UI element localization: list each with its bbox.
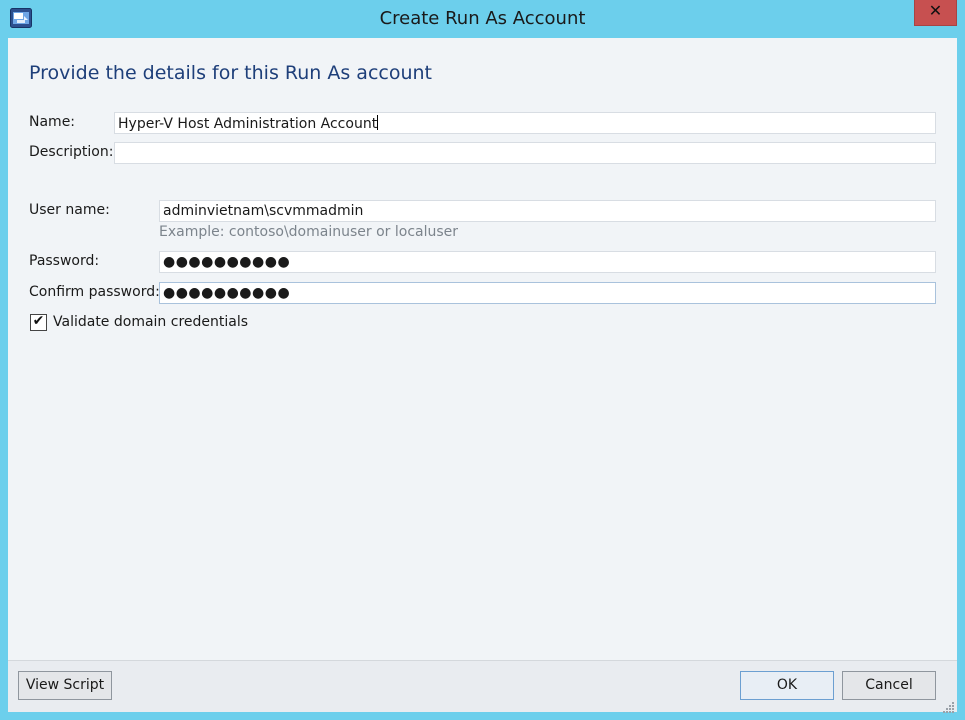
password-field[interactable]: ●●●●●●●●●● bbox=[159, 251, 936, 273]
checkmark-icon: ✔ bbox=[32, 313, 45, 329]
ok-button[interactable]: OK bbox=[740, 671, 834, 700]
username-label: User name: bbox=[29, 202, 110, 218]
window-title: Create Run As Account bbox=[379, 8, 586, 29]
text-caret bbox=[377, 115, 379, 130]
username-hint: Example: contoso\domainuser or localuser bbox=[159, 224, 459, 240]
password-mask: ●●●●●●●●●● bbox=[163, 254, 291, 270]
title-bar[interactable]: Create Run As Account ✕ bbox=[0, 0, 965, 38]
username-field[interactable]: adminvietnam\scvmmadmin bbox=[159, 200, 936, 222]
description-field[interactable] bbox=[114, 142, 936, 164]
name-value: Hyper-V Host Administration Account bbox=[118, 116, 378, 132]
confirm-password-mask: ●●●●●●●●●● bbox=[163, 285, 291, 301]
resize-grip-icon[interactable] bbox=[943, 698, 955, 713]
name-label: Name: bbox=[29, 114, 76, 130]
description-label: Description: bbox=[29, 144, 114, 160]
validate-credentials-label[interactable]: Validate domain credentials bbox=[53, 314, 248, 330]
validate-credentials-checkbox[interactable]: ✔ bbox=[30, 313, 47, 331]
dialog-content: Provide the details for this Run As acco… bbox=[8, 38, 957, 713]
dialog-window: Create Run As Account ✕ Provide the deta… bbox=[0, 0, 965, 720]
confirm-password-label: Confirm password: bbox=[29, 284, 160, 300]
page-heading: Provide the details for this Run As acco… bbox=[29, 62, 432, 84]
close-icon: ✕ bbox=[928, 1, 943, 20]
cancel-button[interactable]: Cancel bbox=[842, 671, 936, 700]
password-label: Password: bbox=[29, 253, 100, 269]
view-script-button[interactable]: View Script bbox=[18, 671, 112, 700]
close-button[interactable]: ✕ bbox=[914, 0, 957, 26]
name-field[interactable]: Hyper-V Host Administration Account bbox=[114, 112, 936, 134]
button-bar: View Script OK Cancel bbox=[8, 660, 957, 713]
confirm-password-field[interactable]: ●●●●●●●●●● bbox=[159, 282, 936, 304]
